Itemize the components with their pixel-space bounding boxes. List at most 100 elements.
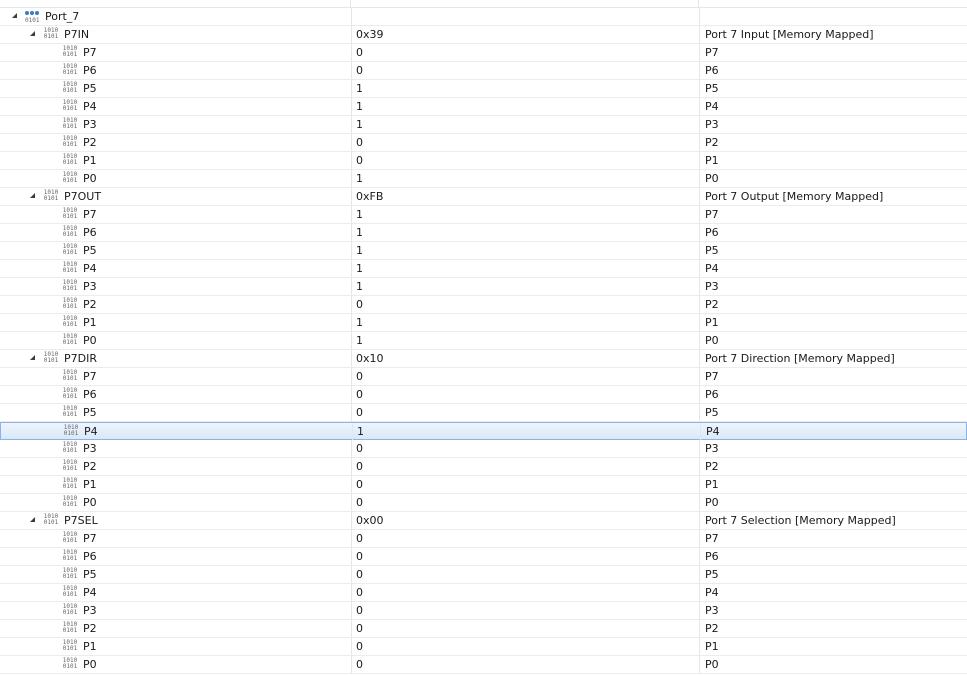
binary-bitfield-icon: 1010 0101 (62, 135, 78, 148)
bitfield-value[interactable]: 0 (351, 440, 698, 457)
bitfield-value[interactable]: 1 (351, 278, 698, 295)
bitfield-value[interactable]: 0 (351, 458, 698, 475)
bitfield-value[interactable]: 0 (351, 638, 698, 655)
expand-triangle-icon[interactable] (30, 31, 38, 39)
bitfield-value[interactable]: 1 (351, 224, 698, 241)
register-row[interactable]: 1010 0101 P7IN 0x39 Port 7 Input [Memory Map… (0, 26, 967, 44)
bitfield-value[interactable]: 1 (351, 116, 698, 133)
expand-triangle-icon[interactable] (30, 355, 38, 363)
register-value[interactable]: 0xFB (351, 188, 698, 205)
bitfield-value[interactable]: 1 (351, 332, 698, 349)
bitfield-row[interactable]: 1010 0101 P7 0 P7 (0, 368, 967, 386)
bitfield-value[interactable]: 1 (351, 98, 698, 115)
bitfield-value[interactable]: 1 (351, 242, 698, 259)
bitfield-row[interactable]: 1010 0101 P1 0 P1 (0, 638, 967, 656)
bitfield-description: P1 (699, 152, 967, 169)
bitfield-value[interactable]: 1 (351, 206, 698, 223)
bitfield-row[interactable]: 1010 0101 P4 1 P4 (0, 98, 967, 116)
bitfield-row[interactable]: 1010 0101 P1 0 P1 (0, 476, 967, 494)
register-row[interactable]: 1010 0101 P7DIR 0x10 Port 7 Direction [Memor… (0, 350, 967, 368)
binary-bitfield-icon: 1010 0101 (62, 225, 78, 238)
bitfield-name: P1 (83, 640, 97, 653)
bitfield-description: P7 (699, 44, 967, 61)
bitfield-row[interactable]: 1010 0101 P2 0 P2 (0, 458, 967, 476)
bitfield-row[interactable]: 1010 0101 P2 0 P2 (0, 620, 967, 638)
bitfield-value[interactable]: 0 (351, 476, 698, 493)
bitfield-row[interactable]: 1010 0101 P2 0 P2 (0, 134, 967, 152)
register-value[interactable]: 0x00 (351, 512, 698, 529)
bitfield-value[interactable]: 0 (351, 62, 698, 79)
bitfield-value[interactable]: 0 (351, 584, 698, 601)
bitfield-description: P5 (699, 566, 967, 583)
bitfield-row[interactable]: 1010 0101 P5 0 P5 (0, 566, 967, 584)
register-value[interactable]: 0x10 (351, 350, 698, 367)
bitfield-row[interactable]: 1010 0101 P3 1 P3 (0, 278, 967, 296)
register-value[interactable]: 0x39 (351, 26, 698, 43)
bitfield-row[interactable]: 1010 0101 P0 1 P0 (0, 332, 967, 350)
bitfield-value[interactable]: 0 (351, 602, 698, 619)
bitfield-description: P0 (699, 494, 967, 511)
bitfield-value[interactable]: 0 (351, 404, 698, 421)
name-cell: 1010 0101 P4 (0, 584, 350, 601)
bitfield-row[interactable]: 1010 0101 P5 1 P5 (0, 80, 967, 98)
bitfield-row[interactable]: 1010 0101 P6 0 P6 (0, 548, 967, 566)
bitfield-row[interactable]: 1010 0101 P7 0 P7 (0, 530, 967, 548)
register-row[interactable]: 1010 0101 P7SEL 0x00 Port 7 Selection [Memor… (0, 512, 967, 530)
tree-row-group[interactable]: 0101 Port_7 (0, 8, 967, 26)
bitfield-name: P7 (83, 208, 97, 221)
bitfield-row[interactable]: 1010 0101 P0 0 P0 (0, 656, 967, 674)
column-divider[interactable] (350, 0, 351, 7)
bitfield-value[interactable]: 0 (351, 656, 698, 673)
binary-bitfield-icon: 1010 0101 (62, 405, 78, 418)
bitfield-value[interactable]: 1 (352, 423, 699, 440)
bitfield-row[interactable]: 1010 0101 P3 1 P3 (0, 116, 967, 134)
binary-bitfield-icon: 1010 0101 (62, 63, 78, 76)
bitfield-value[interactable]: 0 (351, 152, 698, 169)
bitfield-row[interactable]: 1010 0101 P6 0 P6 (0, 386, 967, 404)
bitfield-value[interactable]: 0 (351, 368, 698, 385)
name-cell: 1010 0101 P0 (0, 494, 350, 511)
column-divider[interactable] (698, 0, 699, 7)
bitfield-value[interactable]: 1 (351, 260, 698, 277)
bitfield-row[interactable]: 1010 0101 P0 1 P0 (0, 170, 967, 188)
bitfield-value[interactable]: 0 (351, 530, 698, 547)
bitfield-description: P2 (699, 620, 967, 637)
expand-triangle-icon[interactable] (12, 13, 20, 21)
bitfield-row[interactable]: 1010 0101 P7 1 P7 (0, 206, 967, 224)
bitfield-row[interactable]: 1010 0101 P2 0 P2 (0, 296, 967, 314)
bitfield-value[interactable]: 0 (351, 566, 698, 583)
bitfield-row[interactable]: 1010 0101 P4 0 P4 (0, 584, 967, 602)
bitfield-row[interactable]: 1010 0101 P5 0 P5 (0, 404, 967, 422)
bitfield-row[interactable]: 1010 0101 P1 1 P1 (0, 314, 967, 332)
bitfield-value[interactable]: 0 (351, 44, 698, 61)
bitfield-value[interactable]: 0 (351, 386, 698, 403)
bitfield-row[interactable]: 1010 0101 P0 0 P0 (0, 494, 967, 512)
bitfield-row[interactable]: 1010 0101 P3 0 P3 (0, 440, 967, 458)
bitfield-value[interactable]: 1 (351, 170, 698, 187)
bitfield-description: P3 (699, 602, 967, 619)
bitfield-row[interactable]: 1010 0101 P4 1 P4 (0, 422, 967, 440)
column-header (0, 0, 967, 8)
value-cell[interactable] (351, 8, 698, 25)
bitfield-value[interactable]: 1 (351, 314, 698, 331)
bitfield-row[interactable]: 1010 0101 P7 0 P7 (0, 44, 967, 62)
bitfield-row[interactable]: 1010 0101 P3 0 P3 (0, 602, 967, 620)
bitfield-value[interactable]: 0 (351, 548, 698, 565)
bitfield-row[interactable]: 1010 0101 P1 0 P1 (0, 152, 967, 170)
binary-bitfield-icon: 1010 0101 (62, 621, 78, 634)
bitfield-value[interactable]: 0 (351, 134, 698, 151)
expand-triangle-icon[interactable] (30, 517, 38, 525)
name-cell: 1010 0101 P5 (0, 242, 350, 259)
bitfield-value[interactable]: 1 (351, 80, 698, 97)
bitfield-value[interactable]: 0 (351, 620, 698, 637)
bitfield-row[interactable]: 1010 0101 P4 1 P4 (0, 260, 967, 278)
register-row[interactable]: 1010 0101 P7OUT 0xFB Port 7 Output [Memory M… (0, 188, 967, 206)
expand-triangle-icon[interactable] (30, 193, 38, 201)
bitfield-description: P0 (699, 170, 967, 187)
bitfield-name: P4 (83, 100, 97, 113)
bitfield-value[interactable]: 0 (351, 494, 698, 511)
bitfield-row[interactable]: 1010 0101 P6 0 P6 (0, 62, 967, 80)
bitfield-row[interactable]: 1010 0101 P5 1 P5 (0, 242, 967, 260)
bitfield-value[interactable]: 0 (351, 296, 698, 313)
bitfield-row[interactable]: 1010 0101 P6 1 P6 (0, 224, 967, 242)
